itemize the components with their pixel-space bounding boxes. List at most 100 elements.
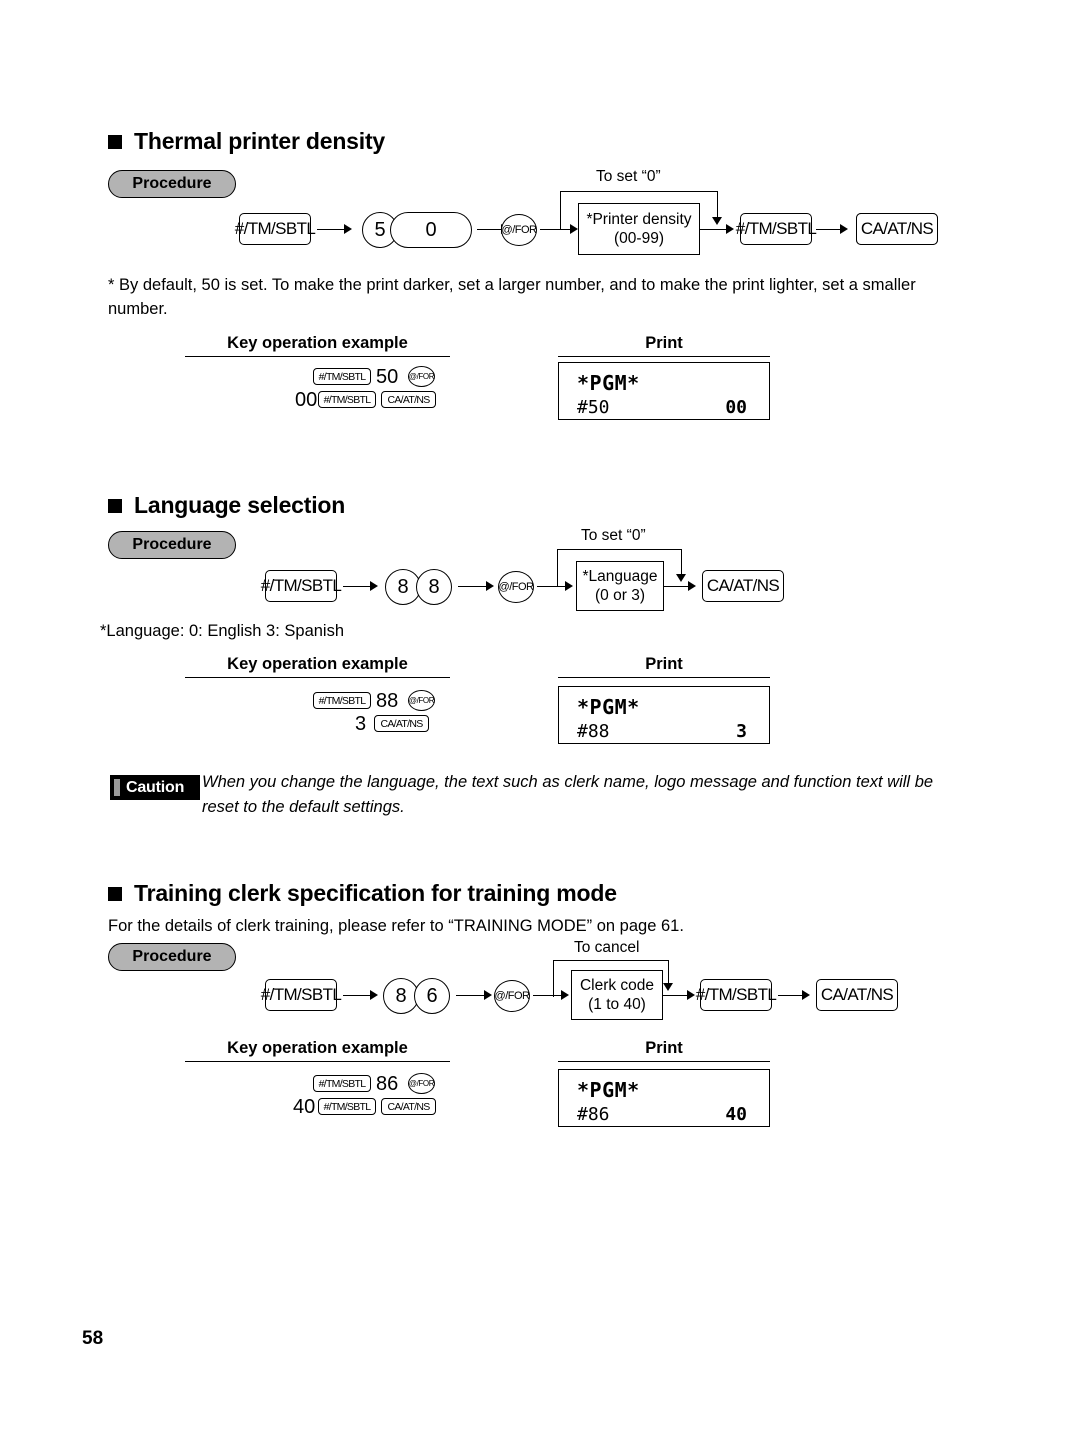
header-rule bbox=[558, 356, 770, 357]
flow-arrowhead bbox=[726, 224, 734, 234]
print-receipt-1: *PGM* #50 00 bbox=[558, 362, 770, 420]
flow-arrowhead-down bbox=[676, 574, 686, 582]
manual-page: Thermal printer density Procedure #/TM/S… bbox=[0, 0, 1080, 1454]
flow-connector bbox=[700, 229, 728, 230]
caution-marker-icon bbox=[114, 779, 120, 796]
flow-key-tm-sbtl-start: #/TM/SBTL bbox=[235, 213, 316, 245]
example-key-ca-at-ns: CA/AT/NS bbox=[381, 1098, 436, 1115]
flow-loop-label: To set “0” bbox=[581, 527, 646, 544]
example-number-40: 40 bbox=[293, 1096, 316, 1118]
print-header-2: Print bbox=[645, 655, 683, 673]
section-heading-thermal-printer-density: Thermal printer density bbox=[108, 128, 385, 155]
flow-arrowhead bbox=[840, 224, 848, 234]
flow-connector bbox=[537, 586, 567, 587]
flow-data-line2: (00-99) bbox=[614, 230, 664, 247]
key-operation-header-1: Key operation example bbox=[227, 334, 408, 352]
flow-arrowhead bbox=[802, 990, 810, 1000]
flow-key-tm-sbtl-start: #/TM/SBTL bbox=[261, 570, 342, 602]
page-number: 58 bbox=[82, 1328, 104, 1349]
flow-loop-right bbox=[668, 960, 669, 985]
section-title: Training clerk specification for trainin… bbox=[134, 880, 617, 906]
flow-connector bbox=[456, 995, 486, 996]
flow-connector bbox=[317, 229, 345, 230]
flow-arrowhead bbox=[344, 224, 352, 234]
example-key-ca-at-ns: CA/AT/NS bbox=[381, 391, 436, 408]
flow-data-box-clerk-code: Clerk code (1 to 40) bbox=[571, 970, 663, 1020]
print-value: 40 bbox=[725, 1104, 747, 1125]
print-title: *PGM* bbox=[577, 695, 640, 719]
example-number-86: 86 bbox=[376, 1073, 399, 1095]
key-operation-header-2: Key operation example bbox=[227, 655, 408, 673]
procedure-badge-2: Procedure bbox=[108, 531, 236, 559]
flow-data-line1: Clerk code bbox=[579, 977, 655, 994]
example-key-tm-sbtl: #/TM/SBTL bbox=[313, 368, 371, 385]
flow-loop-left bbox=[553, 960, 554, 997]
example-key-for: @/FOR bbox=[408, 1073, 435, 1094]
flow-connector bbox=[533, 995, 563, 996]
note-language: *Language: 0: English 3: Spanish bbox=[100, 622, 345, 640]
flow-arrowhead bbox=[486, 581, 494, 591]
flow-connector bbox=[816, 229, 842, 230]
key-operation-header-3: Key operation example bbox=[227, 1039, 408, 1057]
header-rule bbox=[558, 677, 770, 678]
print-header-1: Print bbox=[645, 334, 683, 352]
flow-connector bbox=[664, 586, 690, 587]
flow-data-box-printer-density: *Printer density (00-99) bbox=[578, 203, 700, 255]
print-title: *PGM* bbox=[577, 1078, 640, 1102]
flow-data-line2: (0 or 3) bbox=[595, 587, 645, 604]
example-key-tm-sbtl: #/TM/SBTL bbox=[313, 692, 371, 709]
section-title: Thermal printer density bbox=[134, 128, 386, 154]
note-thermal-density: * By default, 50 is set. To make the pri… bbox=[108, 276, 916, 318]
print-value: 00 bbox=[725, 397, 747, 418]
flow-loop-right bbox=[681, 549, 682, 576]
flow-connector bbox=[778, 995, 804, 996]
procedure-badge-3: Procedure bbox=[108, 943, 236, 971]
flow-loop-left bbox=[557, 549, 558, 587]
flow-arrowhead-down bbox=[712, 217, 722, 225]
flow-arrowhead bbox=[687, 990, 695, 1000]
flow-data-line2: (1 to 40) bbox=[588, 996, 646, 1013]
example-key-ca-at-ns: CA/AT/NS bbox=[374, 715, 429, 732]
flow-data-line1: *Language bbox=[582, 568, 658, 585]
flow-digit-8-b: 8 bbox=[416, 569, 452, 605]
flow-data-box-language: *Language (0 or 3) bbox=[576, 561, 664, 611]
square-bullet-icon bbox=[108, 886, 122, 901]
flow-key-ca-at-ns: CA/AT/NS bbox=[816, 979, 898, 1011]
header-rule bbox=[185, 677, 450, 678]
header-rule bbox=[185, 356, 450, 357]
print-header-3: Print bbox=[645, 1039, 683, 1057]
flow-arrowhead bbox=[561, 990, 569, 1000]
caution-label: Caution bbox=[126, 778, 185, 796]
example-key-tm-sbtl-2: #/TM/SBTL bbox=[318, 1098, 376, 1115]
flow-key-for: @/FOR bbox=[494, 980, 530, 1012]
section-heading-language-selection: Language selection bbox=[108, 492, 345, 519]
procedure-badge-label: Procedure bbox=[132, 175, 212, 192]
flow-loop-label: To cancel bbox=[574, 939, 640, 956]
flow-key-for: @/FOR bbox=[498, 571, 534, 603]
example-number-88: 88 bbox=[376, 690, 399, 712]
flow-loop-top bbox=[553, 960, 669, 961]
header-rule bbox=[558, 1061, 770, 1062]
flow-arrowhead bbox=[688, 581, 696, 591]
flow-key-tm-sbtl-end: #/TM/SBTL bbox=[696, 979, 777, 1011]
print-title: *PGM* bbox=[577, 371, 640, 395]
flow-connector bbox=[540, 229, 572, 230]
flow-loop-top bbox=[557, 549, 682, 550]
print-receipt-2: *PGM* #88 3 bbox=[558, 686, 770, 744]
flow-digit-6: 6 bbox=[414, 978, 450, 1014]
print-value: 3 bbox=[736, 721, 747, 742]
flow-loop-label: To set “0” bbox=[596, 168, 661, 185]
flow-connector bbox=[477, 229, 503, 230]
flow-arrowhead bbox=[565, 581, 573, 591]
flow-arrowhead bbox=[484, 990, 492, 1000]
header-rule bbox=[185, 1061, 450, 1062]
print-code: #86 bbox=[577, 1104, 610, 1125]
example-key-for: @/FOR bbox=[408, 690, 435, 711]
print-receipt-3: *PGM* #86 40 bbox=[558, 1069, 770, 1127]
flow-key-ca-at-ns-label: CA/AT/NS bbox=[856, 213, 938, 245]
training-intro-text: For the details of clerk training, pleas… bbox=[108, 917, 684, 935]
example-number-00: 00 bbox=[295, 389, 318, 411]
caution-badge: Caution bbox=[110, 775, 200, 800]
example-key-tm-sbtl: #/TM/SBTL bbox=[313, 1075, 371, 1092]
flow-arrowhead bbox=[570, 224, 578, 234]
